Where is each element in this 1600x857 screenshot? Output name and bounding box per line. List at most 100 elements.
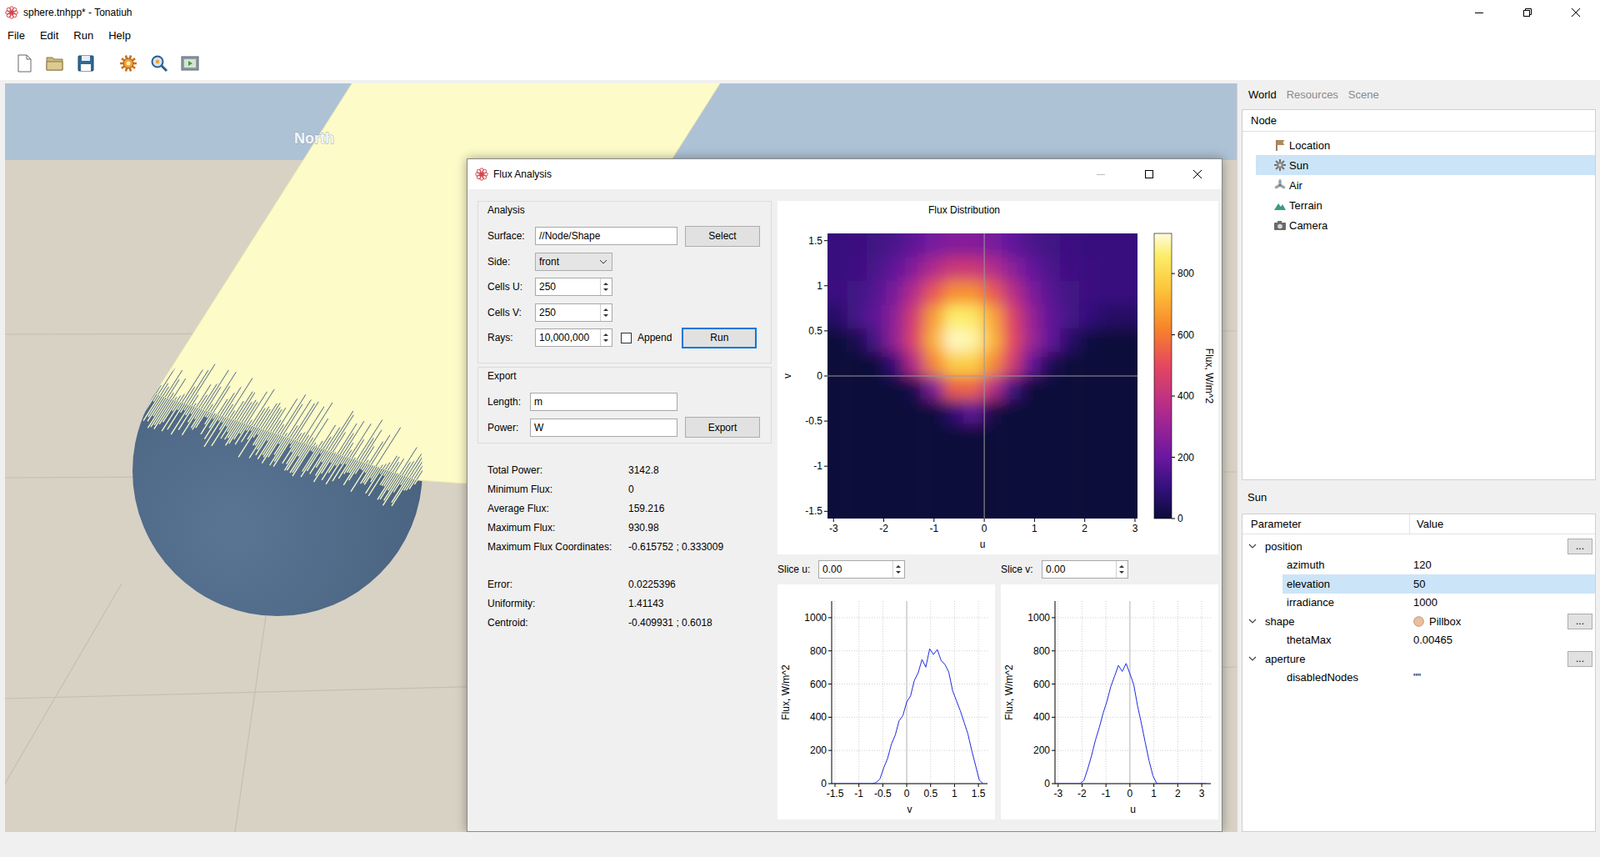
select-button[interactable]: Select	[685, 225, 760, 247]
dock-tab[interactable]: World	[1243, 88, 1282, 101]
dialog-title-bar[interactable]: Flux Analysis	[467, 159, 1222, 190]
menu-item[interactable]: Edit	[32, 26, 66, 45]
append-label[interactable]: Append	[637, 331, 672, 344]
length-unit-field[interactable]: m	[530, 392, 678, 411]
cells-v-spinbox[interactable]: 250	[535, 303, 613, 322]
animate-button[interactable]	[174, 49, 205, 78]
tree-item[interactable]: Air	[1255, 175, 1595, 195]
column-header[interactable]: Value	[1410, 514, 1595, 534]
menu-item[interactable]: Help	[100, 26, 139, 45]
side-combo[interactable]: front	[535, 252, 613, 271]
heatmap-cell	[1040, 305, 1061, 330]
ray-shadow	[277, 424, 284, 434]
property-value[interactable]: ...	[1410, 538, 1595, 555]
property-row[interactable]: irradiance1000	[1242, 593, 1595, 613]
property-row[interactable]: thetaMax0.00465	[1242, 630, 1595, 650]
menu-item[interactable]: File	[0, 26, 33, 45]
edit-button[interactable]: ...	[1567, 613, 1593, 630]
flux-button[interactable]	[143, 49, 175, 78]
export-button[interactable]: Export	[685, 416, 760, 438]
dock-tab[interactable]: Scene	[1343, 88, 1385, 101]
tree-item[interactable]: Terrain	[1255, 195, 1595, 215]
heatmap-cell	[1040, 233, 1061, 258]
new-button[interactable]	[8, 49, 40, 78]
restore-button[interactable]	[1503, 0, 1552, 25]
ray-shadow	[392, 461, 399, 472]
tree-item[interactable]: Location	[1255, 135, 1595, 155]
run-button[interactable]	[112, 49, 144, 78]
slice-v-line[interactable]	[827, 375, 1138, 377]
property-row[interactable]: shapePillbox...	[1242, 611, 1595, 631]
minimize-button[interactable]	[1455, 0, 1504, 25]
edit-button[interactable]: ...	[1567, 650, 1593, 667]
dialog-maximize-button[interactable]	[1125, 159, 1174, 190]
ray-shadow	[270, 407, 286, 431]
ray-shadow	[397, 472, 399, 474]
menu-bar: FileEditRunHelp	[0, 24, 1600, 46]
grid-line	[858, 600, 860, 784]
y-tick-label: 0	[816, 370, 823, 382]
x-tick-label: -1	[929, 522, 939, 535]
property-row[interactable]: aperture...	[1242, 649, 1595, 669]
tree-item[interactable]: Camera	[1255, 215, 1595, 235]
surface-field[interactable]: //Node/Shape	[535, 226, 678, 245]
property-row[interactable]: elevation50	[1242, 574, 1595, 594]
expanded-arrow-icon[interactable]	[1248, 654, 1257, 663]
x-tick-label: -1	[1101, 787, 1111, 800]
expanded-arrow-icon[interactable]	[1248, 616, 1257, 625]
result-value: 3142.8	[628, 464, 772, 476]
ray-shadow	[340, 433, 354, 455]
property-value[interactable]: Pillbox...	[1410, 613, 1595, 630]
tree-item[interactable]: Sun	[1255, 155, 1595, 175]
property-row[interactable]: position...	[1242, 536, 1595, 556]
property-value[interactable]: 0.00465	[1410, 633, 1595, 646]
heatmap-cell	[1060, 305, 1080, 330]
close-button[interactable]	[1551, 0, 1600, 25]
expanded-arrow-icon[interactable]	[1248, 541, 1257, 550]
ray-shadow	[301, 406, 325, 442]
dock-tab[interactable]: Resources	[1281, 88, 1344, 101]
menu-item[interactable]: Run	[65, 26, 101, 45]
spin-arrows-icon[interactable]	[1115, 560, 1128, 578]
ray-shadow	[320, 425, 336, 449]
heatmap-cell	[1060, 400, 1080, 425]
property-value[interactable]: 120	[1410, 558, 1595, 571]
3d-view[interactable]: NorthFlux AnalysisAnalysisSurface://Node…	[5, 83, 1238, 832]
power-unit-field[interactable]: W	[530, 418, 678, 437]
app-window: sphere.tnhpp* - TonatiuhFileEditRunHelpN…	[0, 0, 1600, 857]
run-button[interactable]: Run	[681, 327, 757, 349]
flux-analysis-dialog[interactable]: Flux AnalysisAnalysisSurface://Node/Shap…	[466, 158, 1223, 832]
heatmap-cell	[905, 423, 925, 448]
append-checkbox[interactable]	[620, 332, 632, 344]
minimize-icon	[1475, 8, 1484, 17]
tick-mark	[1051, 716, 1055, 718]
spin-arrows-icon[interactable]	[600, 304, 612, 321]
property-value[interactable]: 50	[1410, 577, 1595, 590]
slice-u-spinbox[interactable]: 0.00	[818, 560, 905, 579]
cells-u-spinbox[interactable]: 250	[535, 277, 613, 296]
property-value[interactable]: 1000	[1410, 595, 1595, 609]
slice-v-spinbox[interactable]: 0.00	[1041, 560, 1129, 579]
property-row[interactable]: azimuth120	[1242, 555, 1595, 575]
tick-mark	[1084, 518, 1085, 522]
open-button[interactable]	[39, 49, 70, 78]
ray-shadow	[378, 465, 380, 468]
ray-shadow	[292, 403, 315, 439]
title-bar[interactable]: sphere.tnhpp* - Tonatiuh	[0, 0, 1600, 25]
edit-button[interactable]: ...	[1567, 538, 1593, 555]
property-value[interactable]: ...	[1410, 650, 1595, 667]
spin-arrows-icon[interactable]	[600, 329, 612, 346]
heatmap-cell	[982, 305, 1003, 330]
property-value[interactable]: ""	[1410, 670, 1595, 684]
column-header[interactable]: Parameter	[1242, 514, 1410, 534]
save-button[interactable]	[70, 49, 101, 78]
rays-spinbox[interactable]: 10,000,000	[535, 328, 613, 347]
ray-streak	[153, 394, 158, 401]
colorbar-tick-label: 600	[1177, 329, 1195, 341]
spin-arrows-icon[interactable]	[600, 278, 612, 295]
dialog-close-button[interactable]	[1173, 159, 1222, 190]
spin-arrows-icon[interactable]	[892, 560, 905, 578]
field-label: Cells U:	[487, 280, 535, 293]
property-row[interactable]: disabledNodes""	[1242, 668, 1595, 688]
ray-streak	[377, 472, 395, 500]
